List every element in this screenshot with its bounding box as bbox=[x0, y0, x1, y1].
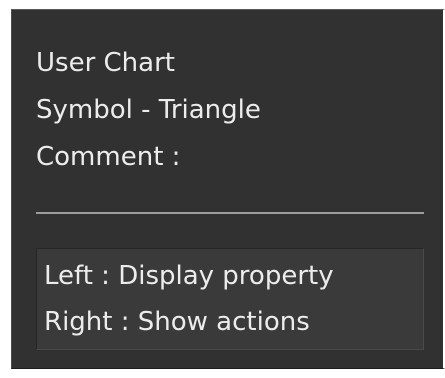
symbol-label: Symbol - Triangle bbox=[36, 95, 261, 125]
mouse-hint-box: Left : Display property Right : Show act… bbox=[36, 248, 424, 350]
object-info-tooltip: User Chart Symbol - Triangle Comment : L… bbox=[11, 9, 445, 369]
comment-label: Comment : bbox=[36, 142, 181, 172]
right-click-hint: Right : Show actions bbox=[44, 307, 310, 337]
tooltip-divider bbox=[36, 212, 424, 214]
object-type-label: User Chart bbox=[36, 48, 175, 78]
left-click-hint: Left : Display property bbox=[44, 261, 334, 291]
